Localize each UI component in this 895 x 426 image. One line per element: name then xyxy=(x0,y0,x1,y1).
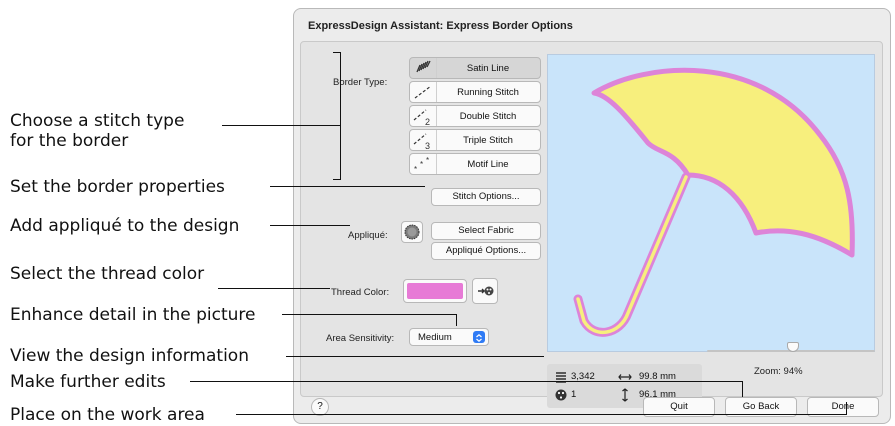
border-type-label: Border Type: xyxy=(333,77,388,88)
callout-design-info: View the design information xyxy=(10,346,249,366)
leader-further-edits-drop xyxy=(742,381,743,397)
callout-applique: Add appliqué to the design xyxy=(10,216,240,236)
area-sensitivity-label: Area Sensitivity: xyxy=(326,333,395,344)
select-chevron-icon xyxy=(473,331,485,343)
leader-thread-color xyxy=(218,288,330,289)
double-stitch-label: Double Stitch xyxy=(459,111,517,122)
running-stitch-icon xyxy=(410,82,437,102)
svg-text:*: * xyxy=(426,156,429,165)
double-stitch-icon: 2 xyxy=(410,106,437,127)
thread-color-swatch xyxy=(407,283,463,299)
callout-thread-color: Select the thread color xyxy=(10,264,205,284)
thread-color-label: Thread Color: xyxy=(331,287,390,298)
applique-fabric-button[interactable] xyxy=(401,221,423,243)
umbrella-design xyxy=(573,67,855,337)
select-fabric-button[interactable]: Select Fabric xyxy=(431,222,541,240)
callout-border-properties: Set the border properties xyxy=(10,177,225,197)
leader-area-sensitivity xyxy=(282,314,457,315)
color-count-value: 1 xyxy=(571,389,577,400)
palette-arrow-icon xyxy=(478,286,494,296)
dialog-title: ExpressDesign Assistant: Express Border … xyxy=(308,20,573,32)
design-preview xyxy=(547,54,875,352)
triple-stitch-label: Triple Stitch xyxy=(463,135,513,146)
triple-stitch-icon: 3 xyxy=(410,130,437,151)
bracket-stitch-type-bottom xyxy=(333,179,341,180)
satin-line-button[interactable]: Satin Line xyxy=(409,57,541,79)
svg-text:*: * xyxy=(420,160,423,169)
area-sensitivity-select[interactable]: Medium xyxy=(409,328,489,346)
motif-line-button[interactable]: * * * Motif Line xyxy=(409,153,541,175)
callout-stitch-type-line2: for the border xyxy=(10,131,129,151)
leader-applique xyxy=(270,225,350,226)
color-count-icon xyxy=(555,389,567,401)
callout-further-edits: Make further edits xyxy=(10,372,166,392)
height-icon xyxy=(622,388,628,402)
motif-line-label: Motif Line xyxy=(467,159,509,170)
callout-stitch-type-line1: Choose a stitch type xyxy=(10,111,185,131)
callout-work-area: Place on the work area xyxy=(10,405,205,425)
leader-work-area-rise xyxy=(846,402,847,415)
stitch-options-button[interactable]: Stitch Options... xyxy=(431,188,541,206)
satin-line-icon xyxy=(410,58,437,78)
thread-color-button[interactable] xyxy=(403,279,467,303)
satin-line-label: Satin Line xyxy=(466,63,510,74)
callout-stitch-type: Choose a stitch type for the border xyxy=(10,111,184,151)
running-stitch-label: Running Stitch xyxy=(457,87,519,98)
pick-thread-button[interactable] xyxy=(472,278,498,304)
fabric-swatch-icon xyxy=(404,224,420,240)
callout-area-sensitivity: Enhance detail in the picture xyxy=(10,305,256,325)
express-border-dialog: ExpressDesign Assistant: Express Border … xyxy=(293,8,891,424)
applique-options-button[interactable]: Appliqué Options... xyxy=(431,242,541,260)
svg-text:2: 2 xyxy=(425,117,430,126)
zoom-label: Zoom: 94% xyxy=(754,366,803,377)
applique-label: Appliqué: xyxy=(348,230,388,241)
double-stitch-button[interactable]: 2 Double Stitch xyxy=(409,105,541,127)
svg-text:3: 3 xyxy=(425,141,430,150)
area-sensitivity-value: Medium xyxy=(418,332,452,343)
leader-area-sensitivity-drop xyxy=(456,314,457,326)
leader-design-info xyxy=(286,356,544,357)
leader-further-edits xyxy=(190,381,742,382)
options-panel: Border Type: Satin Line Running Stitch 2… xyxy=(300,41,883,408)
svg-text:*: * xyxy=(414,165,417,174)
leader-work-area xyxy=(236,414,847,415)
motif-line-icon: * * * xyxy=(410,154,437,174)
triple-stitch-button[interactable]: 3 Triple Stitch xyxy=(409,129,541,151)
leader-border-properties xyxy=(270,186,425,187)
bracket-stitch-type-top xyxy=(333,52,341,53)
running-stitch-button[interactable]: Running Stitch xyxy=(409,81,541,103)
leader-stitch-type xyxy=(222,125,340,126)
bracket-stitch-type xyxy=(340,52,341,179)
